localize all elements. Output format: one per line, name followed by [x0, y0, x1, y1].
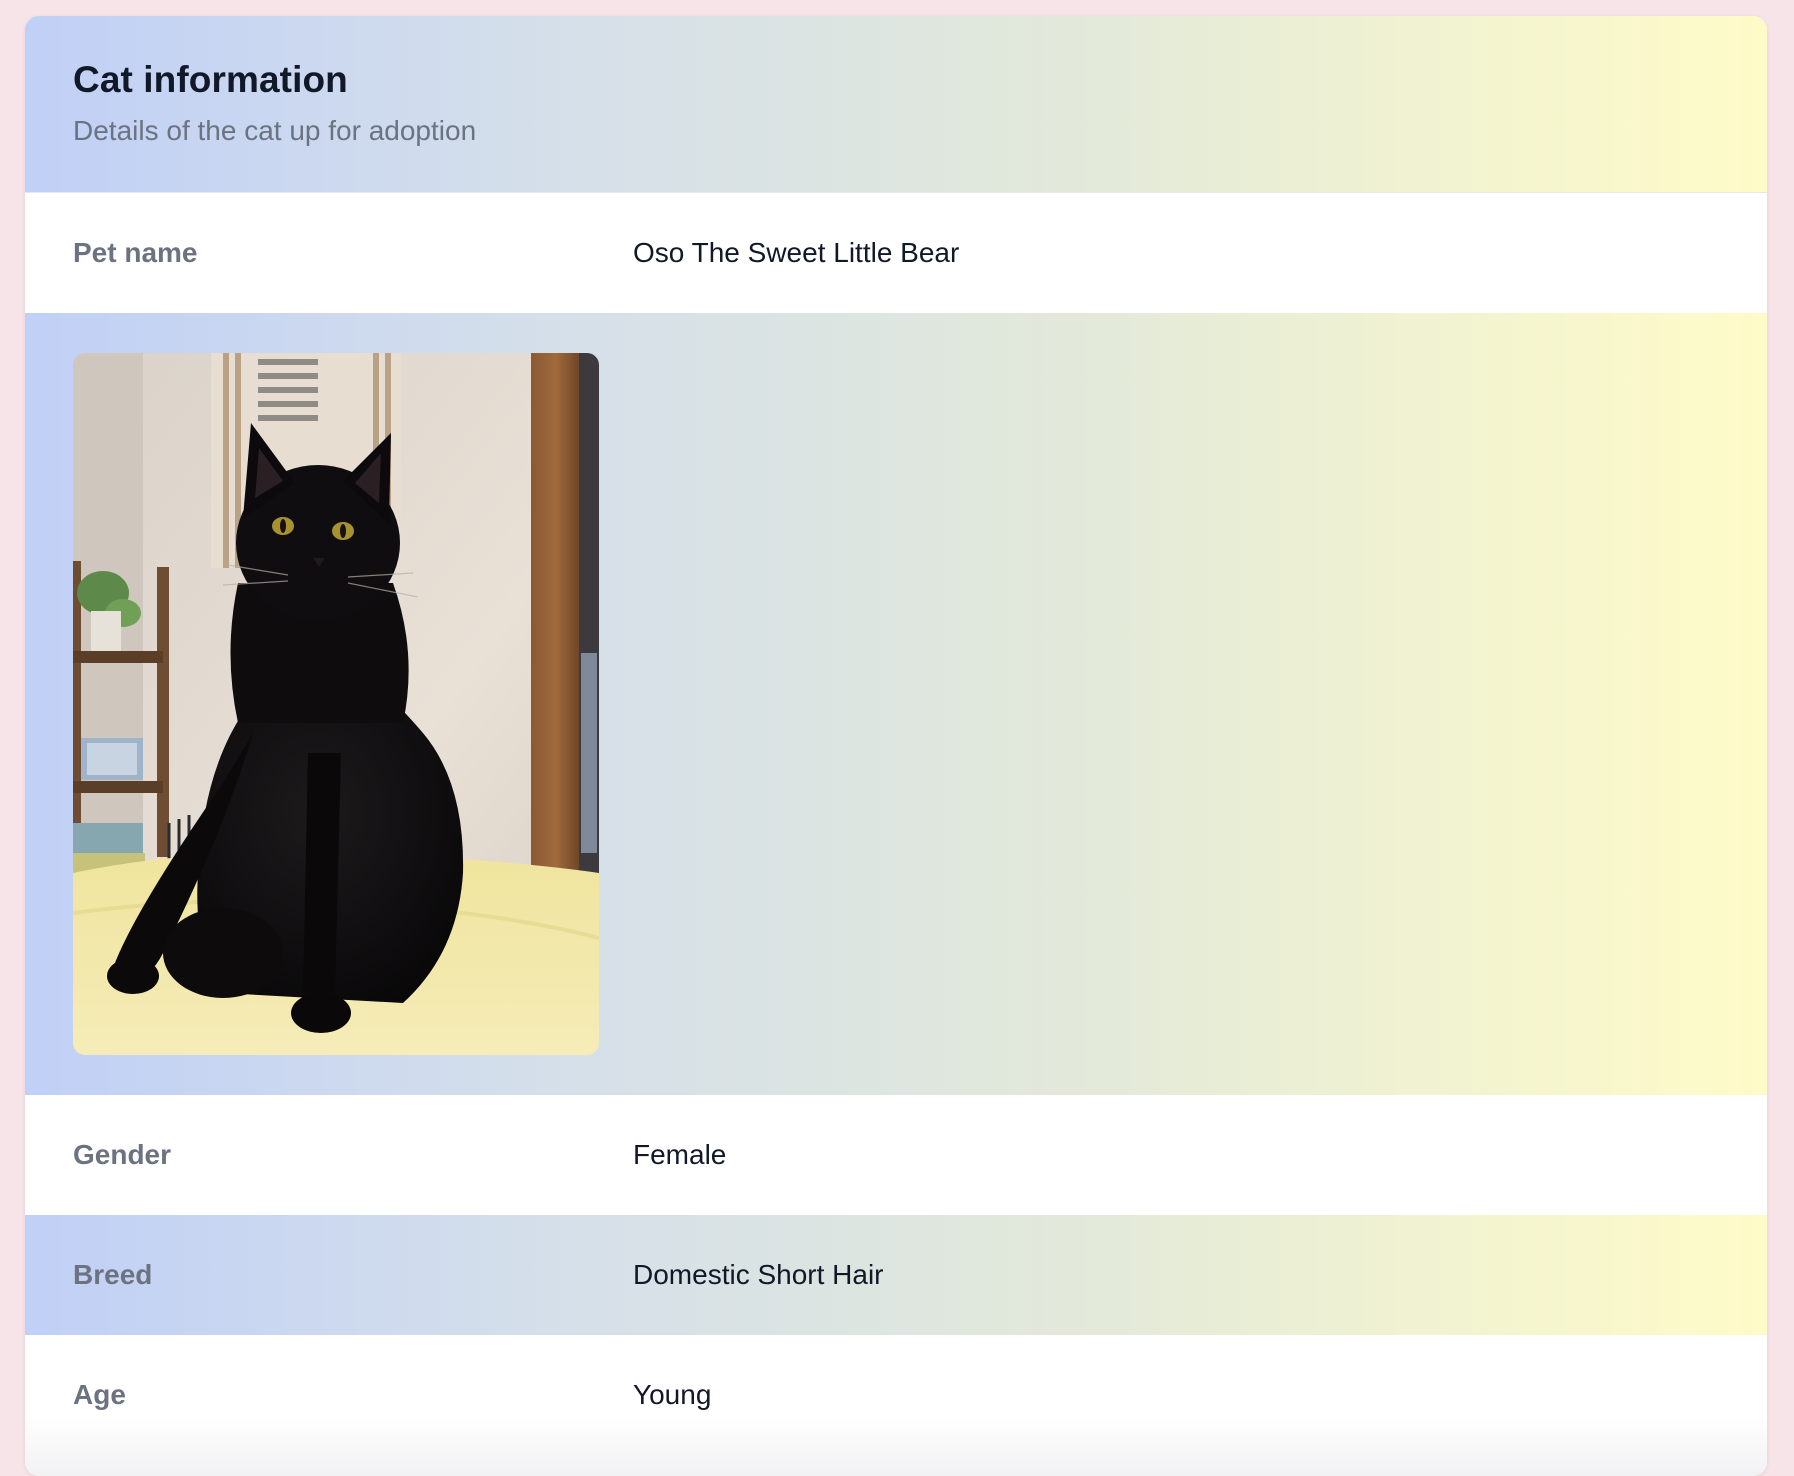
pet-name-value: Oso The Sweet Little Bear	[633, 237, 960, 268]
cat-information-card: Cat information Details of the cat up fo…	[25, 16, 1767, 1476]
card-title: Cat information	[73, 59, 348, 100]
pet-name-label: Pet name	[73, 237, 198, 268]
age-row: Age Young	[25, 1335, 1767, 1455]
gender-label: Gender	[73, 1139, 172, 1170]
photo-row	[25, 313, 1767, 1095]
breed-label: Breed	[73, 1259, 153, 1290]
breed-value: Domestic Short Hair	[633, 1259, 884, 1290]
black-cat-photo	[73, 353, 599, 1055]
age-label: Age	[73, 1379, 126, 1410]
gender-value: Female	[633, 1139, 727, 1170]
breed-row: Breed Domestic Short Hair	[25, 1215, 1767, 1335]
pet-name-row: Pet name Oso The Sweet Little Bear	[25, 193, 1767, 313]
card-header: Cat information Details of the cat up fo…	[25, 16, 1767, 193]
card-subtitle: Details of the cat up for adoption	[73, 115, 477, 147]
gender-row: Gender Female	[25, 1095, 1767, 1215]
age-value: Young	[633, 1379, 712, 1410]
